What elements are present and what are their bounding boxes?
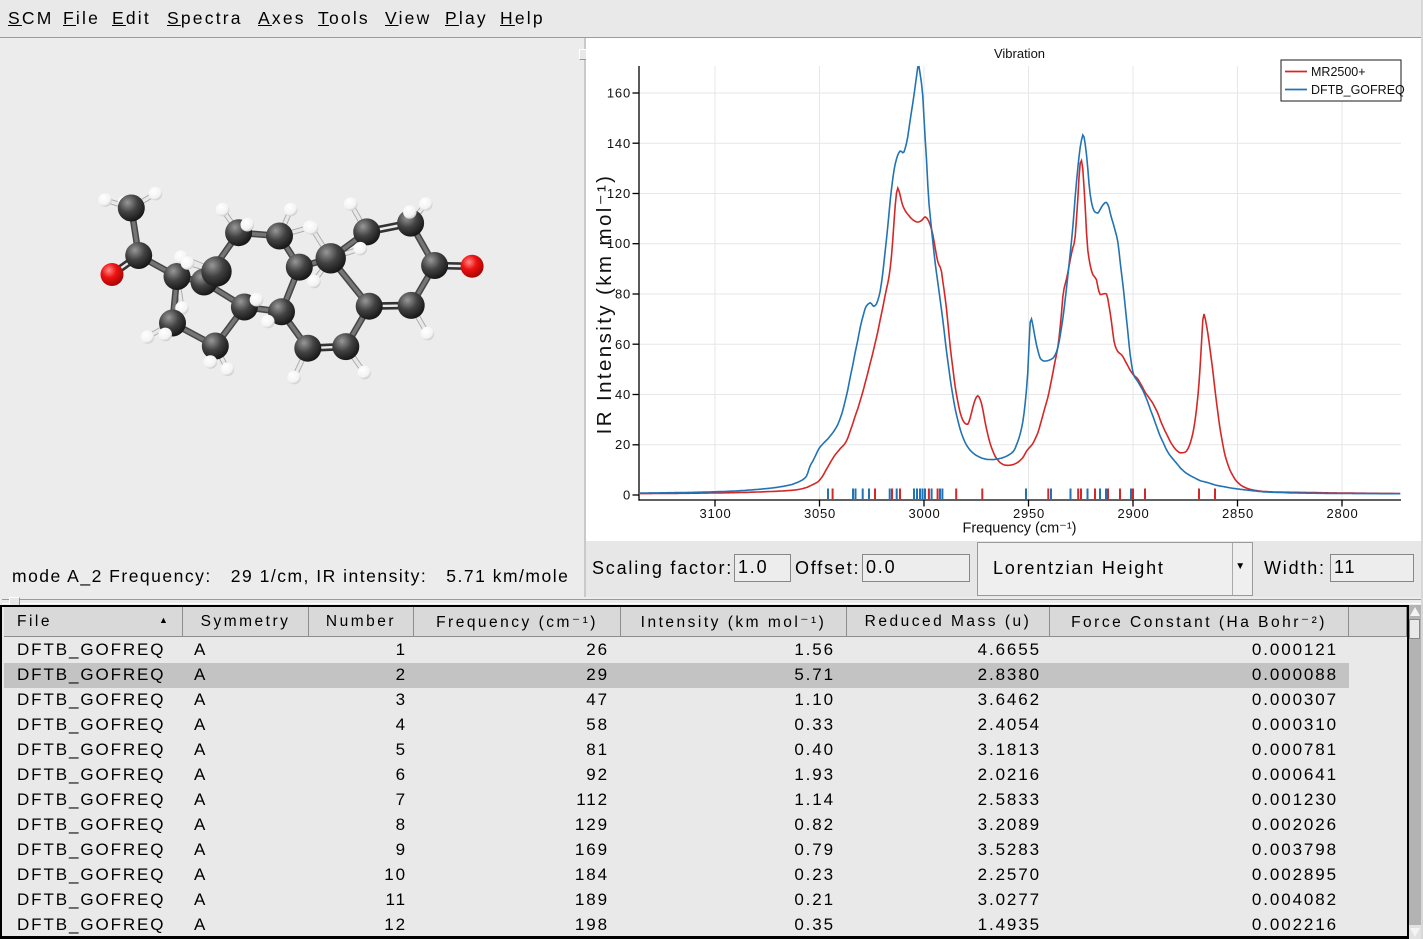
svg-text:DFTB_GOFREQ: DFTB_GOFREQ (1311, 83, 1405, 97)
svg-text:160: 160 (607, 86, 631, 101)
svg-text:3050: 3050 (804, 506, 836, 521)
svg-text:2950: 2950 (1013, 506, 1045, 521)
svg-text:2850: 2850 (1222, 506, 1254, 521)
svg-text:IR Intensity (km mol⁻¹): IR Intensity (km mol⁻¹) (593, 174, 616, 435)
svg-text:3100: 3100 (699, 506, 731, 521)
svg-text:Vibration: Vibration (994, 46, 1045, 61)
svg-text:60: 60 (615, 337, 631, 352)
svg-text:40: 40 (615, 387, 631, 402)
svg-text:Frequency (cm⁻¹): Frequency (cm⁻¹) (962, 521, 1076, 537)
svg-text:0: 0 (623, 488, 631, 503)
svg-text:20: 20 (615, 437, 631, 452)
svg-text:140: 140 (607, 136, 631, 151)
svg-text:MR2500+: MR2500+ (1311, 65, 1366, 79)
svg-text:2900: 2900 (1117, 506, 1149, 521)
svg-text:2800: 2800 (1326, 506, 1358, 521)
svg-text:3000: 3000 (908, 506, 940, 521)
svg-text:80: 80 (615, 287, 631, 302)
